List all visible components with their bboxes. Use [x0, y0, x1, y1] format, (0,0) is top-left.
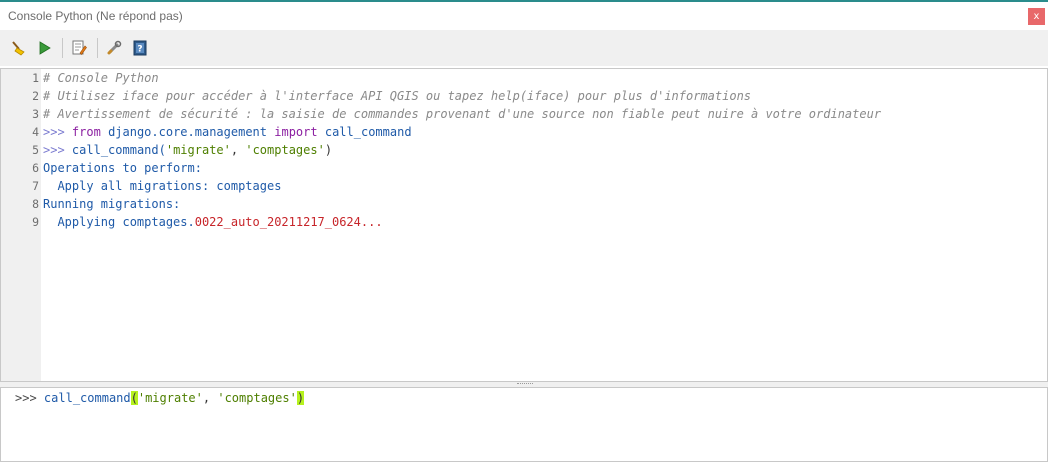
line-number: 7 — [32, 179, 39, 193]
input-function: call_command — [43, 391, 131, 405]
line-number: 6 — [32, 161, 39, 175]
title-bar[interactable]: Console Python (Ne répond pas) x — [0, 2, 1048, 30]
command-input-line[interactable]: >>> call_command('migrate', 'comptages') — [15, 389, 305, 407]
module-name: django.core.management — [108, 125, 268, 139]
open-paren-highlight: ( — [130, 391, 138, 405]
console-line-6: Operations to perform: — [43, 161, 202, 175]
window-title: Console Python (Ne répond pas) — [8, 9, 183, 23]
line-number: 5 — [32, 143, 39, 157]
line-number: 3 — [32, 107, 39, 121]
editor-icon — [72, 40, 87, 55]
line-number: 1 — [32, 71, 39, 85]
line-number: 8 — [32, 197, 39, 211]
function-call: call_command( — [71, 143, 166, 157]
line-number: 2 — [32, 89, 39, 103]
console-line-8: Running migrations: — [43, 197, 181, 211]
applying-text: Applying comptages. — [43, 215, 195, 229]
command-input-area[interactable]: >>> call_command('migrate', 'comptages') — [0, 387, 1048, 462]
run-command-button[interactable] — [34, 38, 54, 58]
broom-icon — [12, 41, 25, 56]
play-icon — [39, 41, 51, 55]
clear-console-button[interactable] — [8, 38, 28, 58]
console-line-5: >>> call_command('migrate', 'comptages') — [43, 141, 332, 159]
imported-name: call_command — [324, 125, 412, 139]
line-number: 4 — [32, 125, 39, 139]
console-line-2: # Utilisez iface pour accéder à l'interf… — [43, 89, 752, 103]
comma: , — [230, 143, 239, 157]
wrench-icon — [107, 40, 122, 55]
console-line-9: Applying comptages.0022_auto_20211217_06… — [43, 213, 383, 231]
toolbar-separator — [97, 38, 98, 58]
splitter-grip[interactable] — [517, 383, 533, 385]
keyword-import: import — [274, 125, 318, 139]
help-button[interactable]: ? — [130, 38, 150, 58]
line-number-gutter: 1 2 3 4 5 6 7 8 9 — [1, 69, 41, 381]
console-output[interactable]: 1 2 3 4 5 6 7 8 9 # Console Python # Uti… — [0, 68, 1048, 382]
close-paren-highlight: ) — [296, 391, 305, 405]
input-prompt: >>> — [15, 391, 37, 405]
string-arg: 'comptages' — [245, 143, 325, 157]
string-arg: 'migrate' — [165, 143, 231, 157]
prompt-marker: >>> — [43, 125, 65, 139]
options-button[interactable] — [104, 38, 124, 58]
console-line-1: # Console Python — [43, 71, 159, 85]
prompt-marker: >>> — [43, 143, 65, 157]
input-string-arg: 'comptages' — [217, 391, 297, 405]
close-button[interactable]: x — [1028, 8, 1045, 25]
toolbar: ? — [0, 30, 1048, 66]
input-string-arg: 'migrate' — [137, 391, 203, 405]
close-paren: ) — [324, 143, 333, 157]
help-book-icon: ? — [133, 40, 147, 56]
svg-text:?: ? — [137, 45, 142, 55]
toolbar-separator — [62, 38, 63, 58]
console-line-7: Apply all migrations: comptages — [43, 179, 282, 193]
migration-name: 0022_auto_20211217_0624... — [194, 215, 383, 229]
input-comma: , — [202, 391, 211, 405]
line-number: 9 — [32, 215, 39, 229]
console-line-4: >>> from django.core.management import c… — [43, 123, 412, 141]
show-editor-button[interactable] — [69, 38, 89, 58]
keyword-from: from — [71, 125, 101, 139]
console-line-3: # Avertissement de sécurité : la saisie … — [43, 107, 882, 121]
